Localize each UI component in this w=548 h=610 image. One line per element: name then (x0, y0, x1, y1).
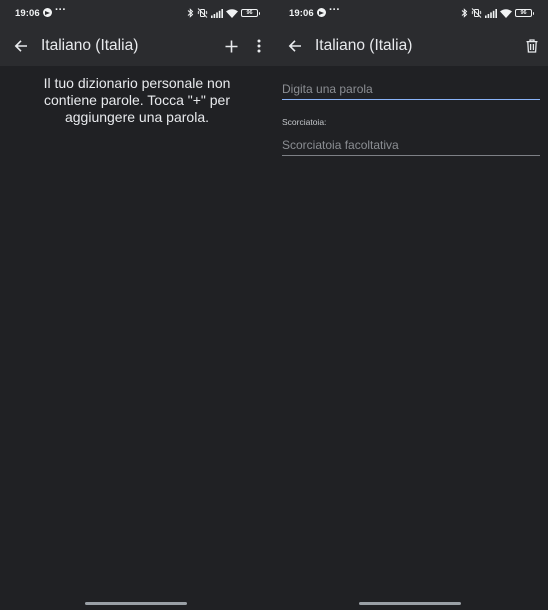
page-title: Italiano (Italia) (315, 37, 413, 54)
status-time: 19:06 (15, 8, 40, 19)
dictionary-content: Il tuo dizionario personale non contiene… (0, 66, 274, 610)
back-button[interactable] (283, 34, 307, 58)
signal-icon (485, 8, 497, 18)
wifi-icon (500, 8, 512, 18)
battery-icon: 96 (241, 9, 260, 17)
status-icons: 96 (461, 7, 534, 19)
status-bar: 19:06 ··· 96 (274, 0, 548, 26)
status-icons: 96 (187, 7, 260, 19)
empty-dictionary-message: Il tuo dizionario personale non contiene… (43, 75, 231, 125)
more-vert-icon (257, 39, 261, 53)
bluetooth-icon (461, 8, 468, 18)
arrow-back-icon (14, 40, 27, 52)
add-word-form: Scorciatoia: (274, 66, 548, 610)
status-bar: 19:06 ··· 96 (0, 0, 274, 26)
wifi-icon (226, 8, 238, 18)
vibrate-off-icon (471, 8, 482, 18)
arrow-back-icon (288, 40, 301, 52)
battery-icon: 96 (515, 9, 534, 17)
more-notifications-icon: ··· (329, 4, 340, 16)
more-options-button[interactable] (247, 34, 271, 58)
delete-word-button[interactable] (520, 34, 544, 58)
bluetooth-icon (187, 8, 194, 18)
trash-icon (526, 39, 538, 53)
signal-icon (211, 8, 223, 18)
dictionary-list-screen: 19:06 ··· 96 Italiano (Italia) Il tuo di… (0, 0, 274, 610)
telegram-icon (43, 8, 52, 17)
word-input[interactable] (282, 76, 540, 100)
vibrate-off-icon (197, 8, 208, 18)
shortcut-label: Scorciatoia: (282, 117, 327, 127)
gesture-nav-handle[interactable] (85, 602, 187, 605)
shortcut-input[interactable] (282, 132, 540, 156)
back-button[interactable] (9, 34, 33, 58)
status-time: 19:06 (289, 8, 314, 19)
plus-icon (225, 40, 237, 52)
page-title: Italiano (Italia) (41, 37, 139, 54)
gesture-nav-handle[interactable] (359, 602, 461, 605)
app-bar: Italiano (Italia) (274, 26, 548, 66)
more-notifications-icon: ··· (55, 4, 66, 16)
add-word-screen: 19:06 ··· 96 Italiano (Italia) Scorciato… (274, 0, 548, 610)
telegram-icon (317, 8, 326, 17)
app-bar: Italiano (Italia) (0, 26, 274, 66)
add-word-button[interactable] (219, 34, 243, 58)
